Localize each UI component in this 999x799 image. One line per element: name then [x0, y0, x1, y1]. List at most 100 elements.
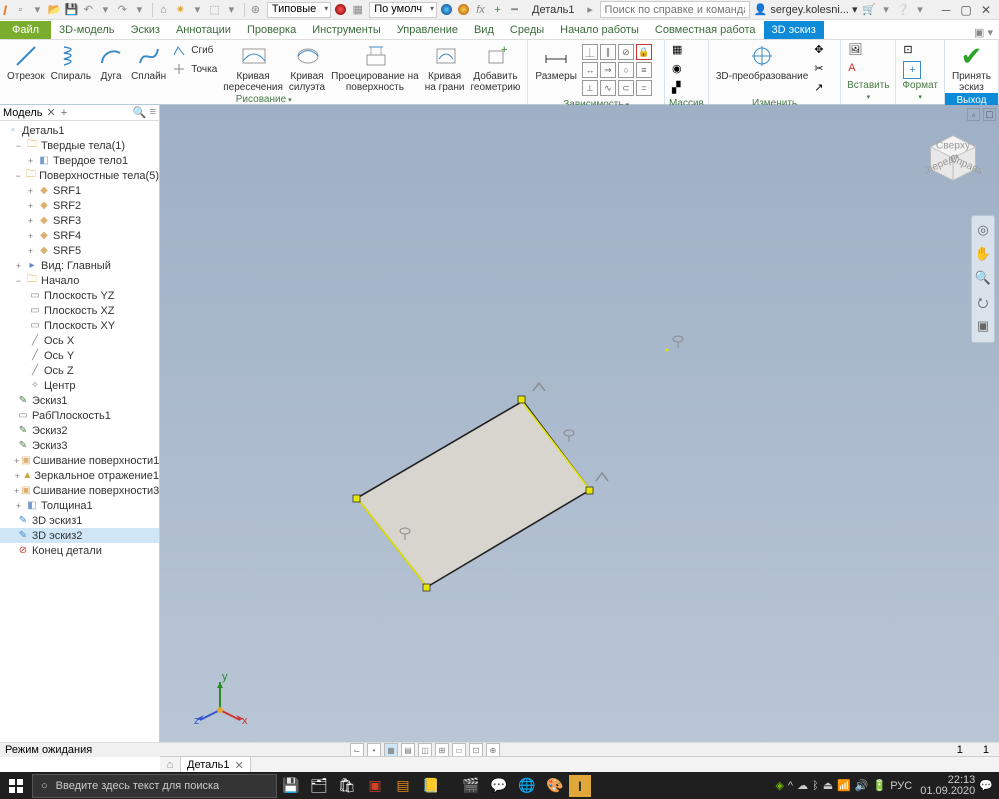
tree-stitch3[interactable]: +▣Сшивание поверхности3 — [0, 483, 159, 498]
tree-solid1[interactable]: +◧Твердое тело1 — [0, 153, 159, 168]
tree-sketch1[interactable]: ✎Эскиз1 — [0, 393, 159, 408]
tree-axis-z[interactable]: ╱Ось Z — [0, 363, 159, 378]
tree-plane-xz[interactable]: ▭Плоскость XZ — [0, 303, 159, 318]
tree-thickness1[interactable]: +◧Толщина1 — [0, 498, 159, 513]
tray-usb-icon[interactable]: ⏏ — [823, 779, 833, 792]
material-icon[interactable]: ▦ — [350, 2, 365, 17]
app-save-icon[interactable]: 💾 — [277, 772, 305, 799]
tab-tools[interactable]: Инструменты — [304, 21, 389, 39]
app-store-icon[interactable]: 🛍 — [333, 772, 361, 799]
browser-close-icon[interactable]: ✕ — [46, 106, 55, 119]
tree-srf2[interactable]: +◆SRF2 — [0, 198, 159, 213]
close-button[interactable]: ✕ — [976, 1, 996, 18]
spline-button[interactable]: Сплайн — [128, 42, 169, 82]
team-icon[interactable]: ✷ — [173, 2, 188, 17]
tree-view[interactable]: +▸Вид: Главный — [0, 258, 159, 273]
group-insert-label[interactable]: Вставить — [845, 79, 891, 104]
app-notes-icon[interactable]: 📒 — [417, 772, 445, 799]
project-surface-button[interactable]: Проецирование на поверхность — [328, 42, 422, 93]
search-icon[interactable]: 🔍 — [133, 106, 147, 119]
tree-center[interactable]: ✧Центр — [0, 378, 159, 393]
app-explorer-icon[interactable]: 🗂 — [305, 772, 333, 799]
tree-origin[interactable]: −🗀Начало — [0, 273, 159, 288]
viewport-max-icon[interactable]: ▢ — [983, 108, 996, 121]
tray-nvidia-icon[interactable]: ◈ — [775, 779, 783, 792]
save-icon[interactable]: 💾 — [64, 2, 79, 17]
curve-intersect-button[interactable]: Кривая пересечения — [220, 42, 286, 93]
add-icon[interactable]: + — [490, 2, 505, 17]
new-icon[interactable]: ▫ — [13, 2, 28, 17]
tree-3dsketch1[interactable]: ✎3D эскиз1 — [0, 513, 159, 528]
start-button[interactable] — [0, 772, 32, 799]
tree-sketch2[interactable]: ✎Эскиз2 — [0, 423, 159, 438]
filter-icon[interactable]: ≡ — [150, 106, 156, 119]
finish-sketch-button[interactable]: ✔Принять эскиз — [949, 42, 994, 93]
extend-icon[interactable]: ↗ — [814, 80, 833, 97]
tray-volume-icon[interactable]: 🔊 — [855, 779, 869, 792]
format-construction-button[interactable]: ⊡ — [903, 42, 924, 59]
rect-pattern-button[interactable]: ▦ — [672, 42, 691, 59]
arc-button[interactable]: Дуга — [94, 42, 128, 82]
tree-root[interactable]: ▫Деталь1 — [0, 123, 159, 138]
viewcube[interactable]: Сверху Спереди Справа — [925, 130, 981, 186]
circ-pattern-button[interactable]: ◉ — [672, 61, 691, 78]
point-button[interactable]: Точка — [172, 61, 217, 78]
tab-annotations[interactable]: Аннотации — [168, 21, 239, 39]
group-format-label[interactable]: Формат — [900, 79, 940, 104]
tree-mirror1[interactable]: +▲Зеркальное отражение1 — [0, 468, 159, 483]
user-account[interactable]: 👤 sergey.kolesni...▾ — [754, 3, 858, 16]
app-whatsapp-icon[interactable]: 💬 — [485, 772, 513, 799]
nav-lookat-icon[interactable]: ▣ — [974, 318, 992, 336]
line-button[interactable]: Отрезок — [4, 42, 48, 82]
insert-image-button[interactable]: 🖼 — [848, 42, 867, 59]
ribbon-options-icon[interactable]: ▣ ▾ — [968, 26, 999, 39]
tree-axis-y[interactable]: ╱Ось Y — [0, 348, 159, 363]
insert-acad-button[interactable]: A — [848, 61, 867, 78]
tab-getstarted[interactable]: Начало работы — [552, 21, 647, 39]
tray-lang[interactable]: РУС — [890, 780, 912, 792]
bend-button[interactable]: Сгиб — [172, 42, 217, 59]
tab-environments[interactable]: Среды — [502, 21, 552, 39]
doctab-home-icon[interactable]: ⌂ — [160, 759, 180, 771]
nav-orbit-icon[interactable]: ⭮ — [974, 294, 992, 312]
tab-view[interactable]: Вид — [466, 21, 502, 39]
viewport-restore-icon[interactable]: ▫ — [967, 108, 980, 121]
tree-workplane1[interactable]: ▭РабПлоскость1 — [0, 408, 159, 423]
tab-inspect[interactable]: Проверка — [239, 21, 304, 39]
tab-3dsketch[interactable]: 3D эскиз — [764, 21, 824, 39]
3d-transform-button[interactable]: 3D-преобразование — [713, 42, 811, 82]
tree-stitch1[interactable]: +▣Сшивание поверхности1 — [0, 453, 159, 468]
nav-pan-icon[interactable]: ✋ — [974, 246, 992, 264]
tray-clock[interactable]: 22:1301.09.2020 — [920, 775, 975, 797]
home-icon[interactable]: ⌂ — [156, 2, 171, 17]
taskbar-search[interactable]: ○Введите здесь текст для поиска — [32, 774, 277, 798]
format-centerline-button[interactable]: + — [903, 61, 924, 78]
redo-icon[interactable]: ↷ — [115, 2, 130, 17]
tree-solids[interactable]: −🗀Твердые тела(1) — [0, 138, 159, 153]
app-paint-icon[interactable]: 🎨 — [541, 772, 569, 799]
tree-surfaces[interactable]: −🗀Поверхностные тела(5) — [0, 168, 159, 183]
tree-srf1[interactable]: +◆SRF1 — [0, 183, 159, 198]
tab-collaborate[interactable]: Совместная работа — [647, 21, 764, 39]
constraint-grid[interactable]: ⏊∥⊘🔒 ↔⇒○≡ ⟂∿⊂= — [580, 42, 660, 98]
browser-add-icon[interactable]: + — [61, 107, 67, 119]
add-geometry-button[interactable]: +Добавить геометрию — [467, 42, 523, 93]
tab-manage[interactable]: Управление — [389, 21, 466, 39]
generic-icon[interactable]: ⊛ — [248, 2, 263, 17]
app-powerpoint-icon[interactable]: ▣ — [361, 772, 389, 799]
tree-sketch3[interactable]: ✎Эскиз3 — [0, 438, 159, 453]
search-menu-icon[interactable]: ▸ — [583, 2, 598, 17]
tree-srf3[interactable]: +◆SRF3 — [0, 213, 159, 228]
minimize-button[interactable]: ─ — [936, 1, 956, 18]
tray-wifi-icon[interactable]: 📶 — [837, 779, 851, 792]
help-icon[interactable]: ❔ — [896, 2, 911, 17]
trim-icon[interactable]: ✂ — [814, 61, 833, 78]
fx-icon[interactable]: fx — [473, 2, 488, 17]
help-search-input[interactable] — [600, 1, 750, 18]
tree-end[interactable]: ⊘Конец детали — [0, 543, 159, 558]
select-icon[interactable]: ⬚ — [207, 2, 222, 17]
tree-3dsketch2[interactable]: ✎3D эскиз2 — [0, 528, 159, 543]
tray-cloud-icon[interactable]: ☁ — [797, 779, 808, 792]
app-inventor-icon[interactable]: I — [569, 775, 591, 797]
nav-zoom-icon[interactable]: 🔍 — [974, 270, 992, 288]
